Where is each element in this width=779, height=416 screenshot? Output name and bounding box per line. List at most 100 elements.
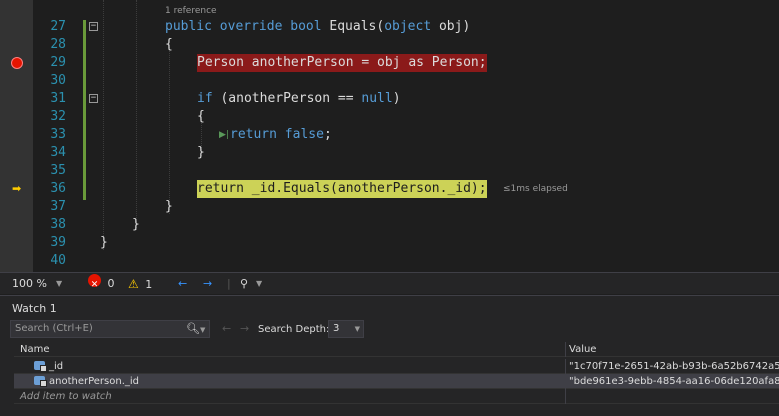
- add-watch-input[interactable]: Add item to watch: [20, 389, 112, 404]
- code-token: override: [219, 19, 283, 34]
- code-line[interactable]: 40: [0, 252, 779, 270]
- code-line[interactable]: 36 return _id.Equals(anotherPerson._id);: [0, 180, 779, 198]
- watch-panel-title[interactable]: Watch 1: [12, 302, 57, 315]
- code-line[interactable]: 39}: [0, 234, 779, 252]
- code-token: null: [361, 91, 393, 106]
- column-separator[interactable]: [565, 342, 566, 357]
- code-token: public: [165, 19, 212, 34]
- code-text[interactable]: return false;: [230, 126, 332, 144]
- line-number: 28: [50, 37, 66, 52]
- watch-row[interactable]: _id "1c70f71e-2651-42ab-b93b-6a52b6742a5…: [14, 359, 779, 374]
- code-text[interactable]: public override bool Equals(object obj): [165, 18, 470, 36]
- code-line[interactable]: 33 return false;: [0, 126, 779, 144]
- code-token: false: [284, 127, 324, 142]
- watch-search-input[interactable]: Search (Ctrl+E): [10, 320, 210, 338]
- line-number: 38: [50, 217, 66, 232]
- code-line[interactable]: 38}: [0, 216, 779, 234]
- line-number: 29: [50, 55, 66, 70]
- code-editor[interactable]: 1 reference 27 public override bool Equal…: [0, 0, 779, 272]
- separator: |: [227, 277, 231, 290]
- fold-toggle-icon[interactable]: −: [89, 94, 98, 103]
- column-header-name[interactable]: Name: [20, 342, 50, 357]
- code-line[interactable]: 30: [0, 72, 779, 90]
- error-count-value: 0: [107, 277, 115, 290]
- code-token: {: [165, 37, 173, 52]
- code-text[interactable]: {: [197, 108, 205, 126]
- code-token: }: [165, 199, 173, 214]
- code-text[interactable]: }: [197, 144, 205, 162]
- code-token: Person anotherPerson = obj as Person;: [197, 55, 487, 70]
- code-token: ): [392, 91, 401, 106]
- search-depth-select[interactable]: 3 ▼: [328, 320, 364, 338]
- code-token: object: [384, 19, 432, 34]
- code-token: obj): [431, 19, 471, 34]
- error-count[interactable]: ✕ 0: [88, 273, 115, 295]
- code-token: }: [132, 217, 140, 232]
- code-text[interactable]: if (anotherPerson == null): [197, 90, 401, 108]
- line-number: 31: [50, 91, 66, 106]
- breakpoint-icon[interactable]: [11, 57, 23, 69]
- watch-header-row: Name Value: [14, 342, 779, 357]
- line-number: 40: [50, 253, 66, 268]
- column-separator: [565, 389, 566, 404]
- watch-row-name[interactable]: anotherPerson._id: [34, 374, 139, 389]
- code-text[interactable]: }: [132, 216, 140, 234]
- code-line[interactable]: 29 Person anotherPerson = obj as Person;: [0, 54, 779, 72]
- search-previous-icon[interactable]: ←: [222, 322, 231, 335]
- code-token: }: [100, 235, 108, 250]
- previous-issue-arrow-icon[interactable]: ←: [178, 273, 187, 295]
- code-text[interactable]: {: [165, 36, 173, 54]
- zoom-value: 100 %: [12, 277, 47, 290]
- line-number: 30: [50, 73, 66, 88]
- add-watch-row[interactable]: Add item to watch: [14, 389, 779, 404]
- search-dropdown-icon[interactable]: ▼: [200, 326, 205, 334]
- line-number: 34: [50, 145, 66, 160]
- line-number: 32: [50, 109, 66, 124]
- chevron-down-icon: ▼: [354, 325, 360, 333]
- code-line[interactable]: 27 public override bool Equals(object obj…: [0, 18, 779, 36]
- next-issue-arrow-icon[interactable]: →: [203, 273, 212, 295]
- code-token: if: [197, 91, 213, 106]
- code-token: return _id.Equals(anotherPerson._id);: [197, 181, 487, 196]
- code-line[interactable]: 32 {: [0, 108, 779, 126]
- fold-toggle-icon[interactable]: −: [89, 22, 98, 31]
- search-icon[interactable]: 🔍︎▼: [186, 322, 205, 335]
- watch-row-name[interactable]: _id: [34, 359, 63, 374]
- line-number: 33: [50, 127, 66, 142]
- watch-row[interactable]: anotherPerson._id "bde961e3-9ebb-4854-aa…: [14, 374, 779, 389]
- current-statement[interactable]: return _id.Equals(anotherPerson._id);: [197, 180, 487, 198]
- field-icon: [34, 361, 47, 372]
- codelens-references[interactable]: 1 reference: [165, 6, 217, 16]
- editor-status-bar: 100 % ▼ ✕ 0 ⚠ 1 ← → | ⚲ ▼: [0, 272, 779, 294]
- search-next-icon[interactable]: →: [240, 322, 249, 335]
- code-line[interactable]: 35: [0, 162, 779, 180]
- warning-icon: ⚠: [128, 277, 139, 291]
- watch-row-value[interactable]: "1c70f71e-2651-42ab-b93b-6a52b6742a5b": [569, 359, 779, 374]
- current-statement-arrow-icon: ➡: [12, 182, 22, 195]
- zoom-dropdown-icon[interactable]: ▼: [56, 273, 62, 295]
- watch-row-name-text: _id: [49, 361, 64, 372]
- breakpoint-statement[interactable]: Person anotherPerson = obj as Person;: [197, 54, 487, 72]
- watch-row-value[interactable]: "bde961e3-9ebb-4854-aa16-06de120afa8f": [569, 374, 779, 389]
- run-to-click-icon[interactable]: ▶|: [219, 126, 229, 144]
- code-line[interactable]: 37}: [0, 198, 779, 216]
- line-number: 35: [50, 163, 66, 178]
- code-token: }: [197, 145, 205, 160]
- code-token: (anotherPerson ==: [212, 91, 362, 106]
- code-line[interactable]: 28 {: [0, 36, 779, 54]
- zoom-level[interactable]: 100 %: [12, 273, 47, 295]
- column-header-value[interactable]: Value: [569, 342, 596, 357]
- code-line[interactable]: 34}: [0, 144, 779, 162]
- code-text[interactable]: }: [100, 234, 108, 252]
- code-line[interactable]: 31 if (anotherPerson == null): [0, 90, 779, 108]
- warning-count[interactable]: ⚠ 1: [128, 273, 152, 296]
- cleanup-dropdown-icon[interactable]: ▼: [256, 273, 262, 295]
- cleanup-brush-icon[interactable]: ⚲: [240, 273, 248, 295]
- code-text[interactable]: }: [165, 198, 173, 216]
- warning-count-value: 1: [145, 278, 153, 291]
- perf-tip[interactable]: ≤1ms elapsed: [503, 180, 568, 198]
- line-number: 39: [50, 235, 66, 250]
- field-icon: [34, 376, 47, 387]
